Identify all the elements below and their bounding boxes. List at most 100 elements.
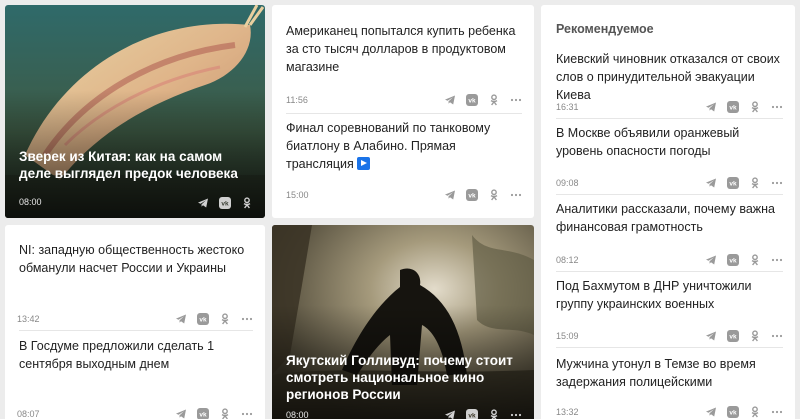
news-title[interactable]: Под Бахмутом в ДНР уничтожили группу укр…: [556, 277, 783, 313]
list-item[interactable]: Киевский чиновник отказался от своих сло…: [556, 50, 783, 104]
news-time: 08:12: [556, 255, 579, 265]
news-title[interactable]: Зверек из Китая: как на самом деле выгля…: [19, 148, 253, 182]
news-card-creature[interactable]: Зверек из Китая: как на самом деле выгля…: [5, 5, 265, 218]
section-heading: Рекомендуемое: [556, 22, 654, 36]
share-bar: vk: [443, 408, 522, 419]
telegram-icon[interactable]: [704, 100, 717, 113]
share-bar: vk: [443, 188, 522, 201]
vk-icon[interactable]: vk: [465, 188, 478, 201]
svg-text:vk: vk: [729, 257, 737, 264]
odnoklassniki-icon[interactable]: [218, 407, 231, 419]
news-time: 08:07: [17, 409, 40, 419]
divider: [556, 271, 783, 272]
svg-text:vk: vk: [729, 180, 737, 187]
vk-icon[interactable]: vk: [726, 253, 739, 266]
vk-icon[interactable]: vk: [726, 329, 739, 342]
vk-icon[interactable]: vk: [465, 408, 478, 419]
news-title[interactable]: Аналитики рассказали, почему важна финан…: [556, 200, 783, 236]
svg-text:vk: vk: [199, 411, 207, 418]
share-bar: vk: [704, 100, 783, 113]
telegram-icon[interactable]: [704, 253, 717, 266]
odnoklassniki-icon[interactable]: [218, 312, 231, 325]
telegram-icon[interactable]: [174, 312, 187, 325]
news-title[interactable]: В Госдуме предложили сделать 1 сентября …: [19, 337, 253, 373]
news-time: 08:00: [19, 197, 42, 207]
divider: [556, 118, 783, 119]
more-icon[interactable]: [509, 408, 522, 419]
news-title[interactable]: В Москве объявили оранжевый уровень опас…: [556, 124, 783, 160]
vk-icon[interactable]: vk: [218, 196, 231, 209]
share-bar: vk: [174, 312, 253, 325]
share-bar: vk: [704, 405, 783, 418]
svg-text:vk: vk: [468, 192, 476, 199]
news-time: 09:08: [556, 178, 579, 188]
odnoklassniki-icon[interactable]: [748, 253, 761, 266]
video-play-icon: [356, 157, 370, 170]
telegram-icon[interactable]: [174, 407, 187, 419]
vk-icon[interactable]: vk: [726, 405, 739, 418]
more-icon[interactable]: [770, 405, 783, 418]
vk-icon[interactable]: vk: [196, 312, 209, 325]
vk-icon[interactable]: vk: [196, 407, 209, 419]
news-card-column-1-bottom: NI: западную общественность жестоко обма…: [5, 225, 265, 419]
divider: [19, 330, 253, 331]
news-title[interactable]: NI: западную общественность жестоко обма…: [19, 241, 253, 277]
list-item[interactable]: В Москве объявили оранжевый уровень опас…: [556, 124, 783, 160]
recommended-panel: Рекомендуемое Киевский чиновник отказалс…: [541, 5, 795, 419]
more-icon[interactable]: [240, 407, 253, 419]
telegram-icon[interactable]: [704, 329, 717, 342]
odnoklassniki-icon[interactable]: [748, 100, 761, 113]
news-card-yakut[interactable]: Якутский Голливуд: почему стоит смотреть…: [272, 225, 534, 419]
more-icon[interactable]: [770, 253, 783, 266]
more-icon[interactable]: [240, 312, 253, 325]
vk-icon[interactable]: vk: [465, 93, 478, 106]
share-bar: vk: [174, 407, 253, 419]
telegram-icon[interactable]: [704, 176, 717, 189]
more-icon[interactable]: [509, 188, 522, 201]
list-item[interactable]: Американец попытался купить ребенка за с…: [286, 22, 522, 76]
odnoklassniki-icon[interactable]: [487, 93, 500, 106]
image-shade: [5, 5, 265, 218]
news-title[interactable]: Киевский чиновник отказался от своих сло…: [556, 50, 783, 104]
list-item[interactable]: Мужчина утонул в Темзе во время задержан…: [556, 355, 783, 391]
telegram-icon[interactable]: [443, 408, 456, 419]
list-item[interactable]: NI: западную общественность жестоко обма…: [19, 241, 253, 277]
divider: [556, 194, 783, 195]
more-icon[interactable]: [509, 93, 522, 106]
svg-text:vk: vk: [468, 97, 476, 104]
odnoklassniki-icon[interactable]: [748, 329, 761, 342]
news-title[interactable]: Финал соревнований по танковому биатлону…: [286, 119, 522, 173]
more-icon[interactable]: [770, 329, 783, 342]
news-title[interactable]: Якутский Голливуд: почему стоит смотреть…: [286, 352, 522, 403]
svg-text:vk: vk: [221, 200, 229, 207]
more-icon[interactable]: [770, 176, 783, 189]
news-title[interactable]: Мужчина утонул в Темзе во время задержан…: [556, 355, 783, 391]
list-item[interactable]: Под Бахмутом в ДНР уничтожили группу укр…: [556, 277, 783, 313]
share-bar: vk: [704, 176, 783, 189]
svg-text:vk: vk: [729, 333, 737, 340]
telegram-icon[interactable]: [704, 405, 717, 418]
list-item[interactable]: Аналитики рассказали, почему важна финан…: [556, 200, 783, 236]
svg-text:vk: vk: [729, 104, 737, 111]
share-bar: vk: [704, 329, 783, 342]
odnoklassniki-icon[interactable]: [487, 188, 500, 201]
odnoklassniki-icon[interactable]: [748, 405, 761, 418]
news-card-column-2: Американец попытался купить ребенка за с…: [272, 5, 534, 218]
vk-icon[interactable]: vk: [726, 100, 739, 113]
list-item[interactable]: Финал соревнований по танковому биатлону…: [286, 119, 522, 173]
odnoklassniki-icon[interactable]: [487, 408, 500, 419]
news-time: 11:56: [286, 95, 308, 105]
more-icon[interactable]: [770, 100, 783, 113]
telegram-icon[interactable]: [196, 196, 209, 209]
svg-text:vk: vk: [729, 409, 737, 416]
telegram-icon[interactable]: [443, 93, 456, 106]
divider: [286, 113, 522, 114]
list-item[interactable]: В Госдуме предложили сделать 1 сентября …: [19, 337, 253, 373]
odnoklassniki-icon[interactable]: [748, 176, 761, 189]
telegram-icon[interactable]: [443, 188, 456, 201]
vk-icon[interactable]: vk: [726, 176, 739, 189]
news-time: 15:00: [286, 190, 309, 200]
odnoklassniki-icon[interactable]: [240, 196, 253, 209]
news-title[interactable]: Американец попытался купить ребенка за с…: [286, 22, 522, 76]
news-time: 13:42: [17, 314, 40, 324]
